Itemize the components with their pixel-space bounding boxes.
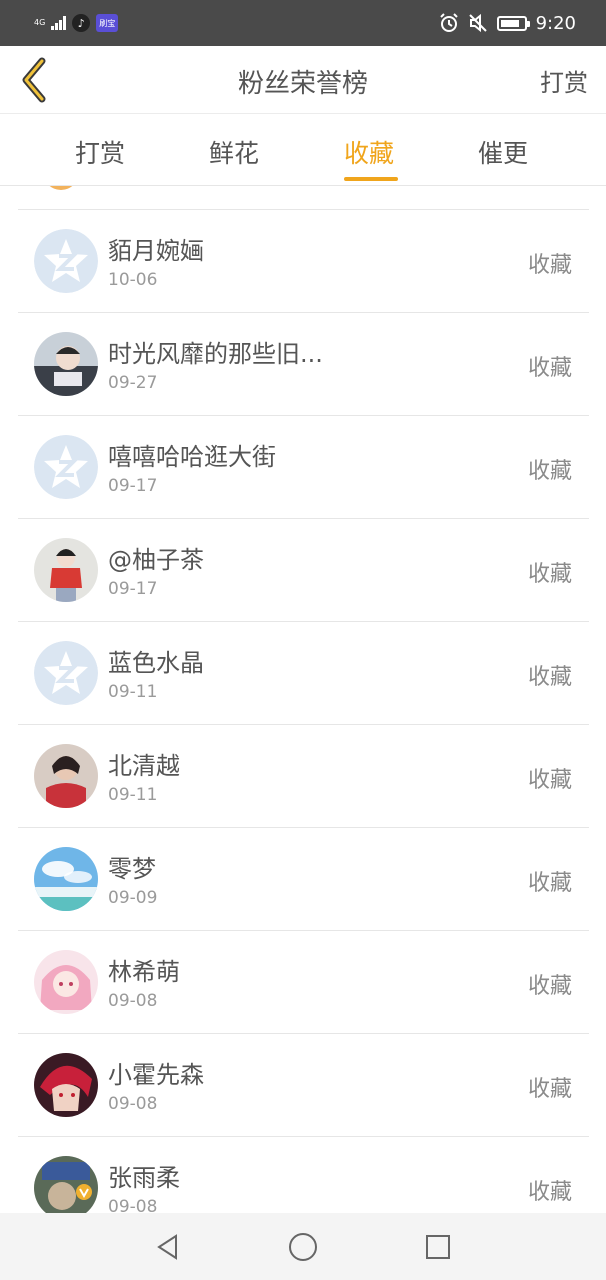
fan-name: 零梦 <box>108 855 156 883</box>
back-triangle-icon[interactable] <box>152 1231 184 1263</box>
fan-date: 09-08 <box>108 991 158 1011</box>
clock-time: 9:20 <box>535 12 576 34</box>
list-item[interactable]: 林希萌 09-08 收藏 <box>18 931 589 1034</box>
list-item[interactable]: @柚子茶 09-17 收藏 <box>18 519 589 622</box>
list-item[interactable]: 时光风靡的那些旧... 09-27 收藏 <box>18 313 589 416</box>
list-item[interactable]: 蓝色水晶 09-11 收藏 <box>18 622 589 725</box>
nav-header: 粉丝荣誉榜 打赏 <box>0 46 606 114</box>
recents-square-icon[interactable] <box>422 1231 454 1263</box>
tab-bar: 打赏 鲜花 收藏 催更 <box>0 114 606 186</box>
fan-name: 蓝色水晶 <box>108 649 204 677</box>
network-label: 4G <box>34 18 46 27</box>
list-item[interactable]: 小霍先森 09-08 收藏 <box>18 1034 589 1137</box>
system-nav-bar <box>0 1213 606 1280</box>
avatar <box>43 186 79 190</box>
sky-photo-avatar <box>34 847 98 911</box>
tab-reward[interactable]: 打赏 <box>75 134 125 170</box>
fan-date: 09-11 <box>108 682 158 702</box>
signal-icon <box>51 16 67 30</box>
fan-action: 收藏 <box>527 871 572 896</box>
status-left: 4G ♪ 刷宝 <box>34 10 119 36</box>
page-title: 粉丝荣誉榜 <box>237 69 368 99</box>
fan-date: 09-11 <box>108 785 158 805</box>
fan-action: 收藏 <box>527 562 572 587</box>
status-right: 9:20 <box>439 10 576 36</box>
list-item[interactable]: 貊月婉婳 10-06 收藏 <box>18 210 589 313</box>
battery-icon <box>496 15 530 31</box>
fan-name: 林希萌 <box>108 958 180 986</box>
home-circle-icon[interactable] <box>287 1231 319 1263</box>
fan-action: 收藏 <box>527 768 572 793</box>
mute-icon <box>468 13 487 33</box>
photo-avatar <box>34 538 98 602</box>
fan-list[interactable]: 貊月婉婳 10-06 收藏 时光风靡的那些旧... 09-27 收藏 嘻嘻哈哈逛… <box>0 186 606 1213</box>
tab-urge-update[interactable]: 催更 <box>478 134 528 170</box>
default-qq-avatar-icon <box>34 641 98 705</box>
fan-date: 09-17 <box>108 579 158 599</box>
tab-favorites[interactable]: 收藏 <box>344 134 394 170</box>
alarm-icon <box>439 13 458 32</box>
fan-date: 10-06 <box>108 270 158 290</box>
default-qq-avatar-icon <box>34 435 98 499</box>
fan-date: 09-08 <box>108 1094 158 1114</box>
active-tab-indicator <box>344 177 398 181</box>
anime-avatar <box>34 1053 98 1117</box>
fan-date: 09-09 <box>108 888 158 908</box>
anime-avatar <box>34 950 98 1014</box>
fan-action: 收藏 <box>527 459 572 484</box>
network-type: 4G <box>34 19 45 27</box>
fan-action: 收藏 <box>527 665 572 690</box>
photo-avatar <box>34 332 98 396</box>
reward-button[interactable]: 打赏 <box>540 63 588 98</box>
default-qq-avatar-icon <box>34 229 98 293</box>
fan-action: 收藏 <box>527 253 572 278</box>
fan-date: 09-27 <box>108 373 158 393</box>
list-item[interactable]: 北清越 09-11 收藏 <box>18 725 589 828</box>
list-item[interactable]: 张雨柔 09-08 收藏 <box>18 1137 589 1213</box>
fan-name: 貊月婉婳 <box>108 237 204 265</box>
fan-action: 收藏 <box>527 356 572 381</box>
list-item-partial <box>18 186 589 210</box>
fan-name: 北清越 <box>108 752 180 780</box>
fan-action: 收藏 <box>527 1077 572 1102</box>
tiktok-icon: ♪ <box>72 14 91 32</box>
photo-avatar <box>34 744 98 808</box>
fan-name: 嘻嘻哈哈逛大街 <box>108 443 276 471</box>
fan-action: 收藏 <box>527 974 572 999</box>
app-badge-icon: 刷宝 <box>96 14 119 32</box>
fan-name: 时光风靡的那些旧... <box>108 340 323 368</box>
fan-action: 收藏 <box>527 1180 572 1205</box>
status-bar: 4G ♪ 刷宝 9:20 <box>0 0 606 46</box>
fan-name: 小霍先森 <box>108 1061 204 1089</box>
fan-date: 09-17 <box>108 476 158 496</box>
tab-flowers[interactable]: 鲜花 <box>209 134 259 170</box>
list-item[interactable]: 零梦 09-09 收藏 <box>18 828 589 931</box>
fan-name: 张雨柔 <box>108 1164 180 1192</box>
photo-avatar <box>34 1156 98 1213</box>
fan-name: @柚子茶 <box>108 546 204 574</box>
list-item[interactable]: 嘻嘻哈哈逛大街 09-17 收藏 <box>18 416 589 519</box>
fan-date: 09-08 <box>108 1197 158 1213</box>
